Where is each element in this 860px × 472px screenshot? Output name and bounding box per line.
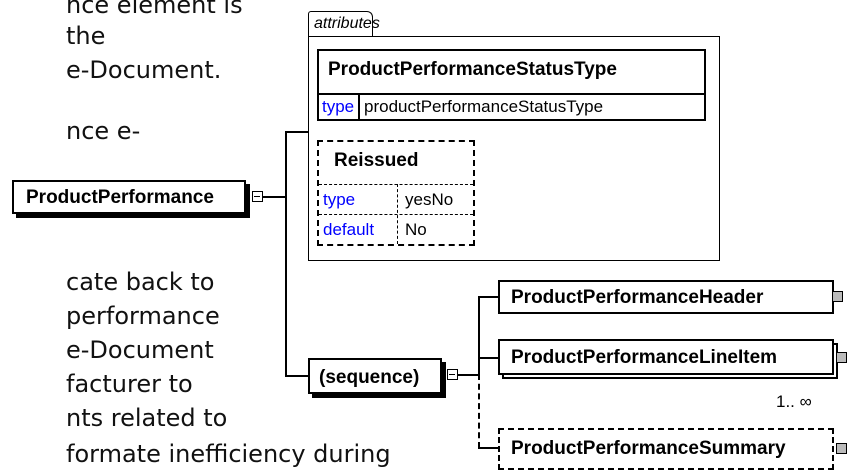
doc-line: the [66, 22, 106, 50]
child-element-box[interactable]: ProductPerformanceLineItem [498, 339, 834, 375]
doc-line: performance [66, 302, 220, 330]
type-label: type [322, 97, 355, 116]
doc-line: e-Document [66, 336, 214, 364]
doc-line: cate back to [66, 268, 215, 296]
connector [263, 196, 285, 198]
connector [478, 296, 480, 374]
child-element-label: ProductPerformanceHeader [511, 287, 764, 308]
connector [285, 131, 287, 376]
divider [319, 184, 473, 185]
root-element-label: ProductPerformance [26, 187, 214, 208]
default-value: No [405, 220, 427, 239]
type-value: productPerformanceStatusType [364, 97, 604, 116]
type-value: yesNo [405, 190, 454, 209]
attribute-box[interactable]: Reissued type yesNo default No [317, 140, 475, 246]
attributes-tab: attributes [308, 11, 380, 37]
divider [358, 93, 360, 120]
divider [319, 93, 704, 95]
connector [458, 374, 478, 376]
connector [285, 131, 308, 133]
expand-icon[interactable] [832, 291, 843, 302]
root-element-box[interactable]: ProductPerformance [12, 180, 246, 214]
doc-line: nce e- [66, 117, 141, 145]
expand-icon[interactable] [836, 352, 847, 363]
doc-line: facturer to [66, 370, 193, 398]
child-element-box[interactable]: ProductPerformanceHeader [498, 280, 834, 314]
child-element-label: ProductPerformanceSummary [511, 438, 786, 459]
attribute-name: Reissued [334, 150, 419, 171]
doc-line: formate inefficiency during [66, 440, 391, 468]
attribute-name: ProductPerformanceStatusType [328, 59, 617, 80]
divider [397, 184, 398, 244]
cardinality-label: 1.. ∞ [776, 392, 812, 411]
child-element-label: ProductPerformanceLineItem [511, 347, 778, 368]
attribute-box[interactable]: ProductPerformanceStatusType type produc… [317, 49, 706, 121]
collapse-icon[interactable] [447, 369, 458, 380]
connector [478, 374, 480, 448]
expand-icon[interactable] [836, 443, 847, 454]
sequence-box[interactable]: (sequence) [308, 358, 442, 394]
type-label: type [323, 190, 356, 209]
connector [478, 447, 498, 449]
sequence-label: (sequence) [319, 367, 420, 388]
doc-line: e-Document. [66, 56, 222, 84]
divider [319, 214, 473, 215]
child-element-box[interactable]: ProductPerformanceSummary [498, 428, 834, 470]
connector [478, 296, 498, 298]
connector [285, 375, 308, 377]
connector [478, 357, 498, 359]
collapse-icon[interactable] [252, 191, 263, 202]
doc-line: nce element is [66, 0, 243, 19]
default-label: default [323, 220, 375, 239]
doc-line: nts related to [66, 404, 228, 432]
